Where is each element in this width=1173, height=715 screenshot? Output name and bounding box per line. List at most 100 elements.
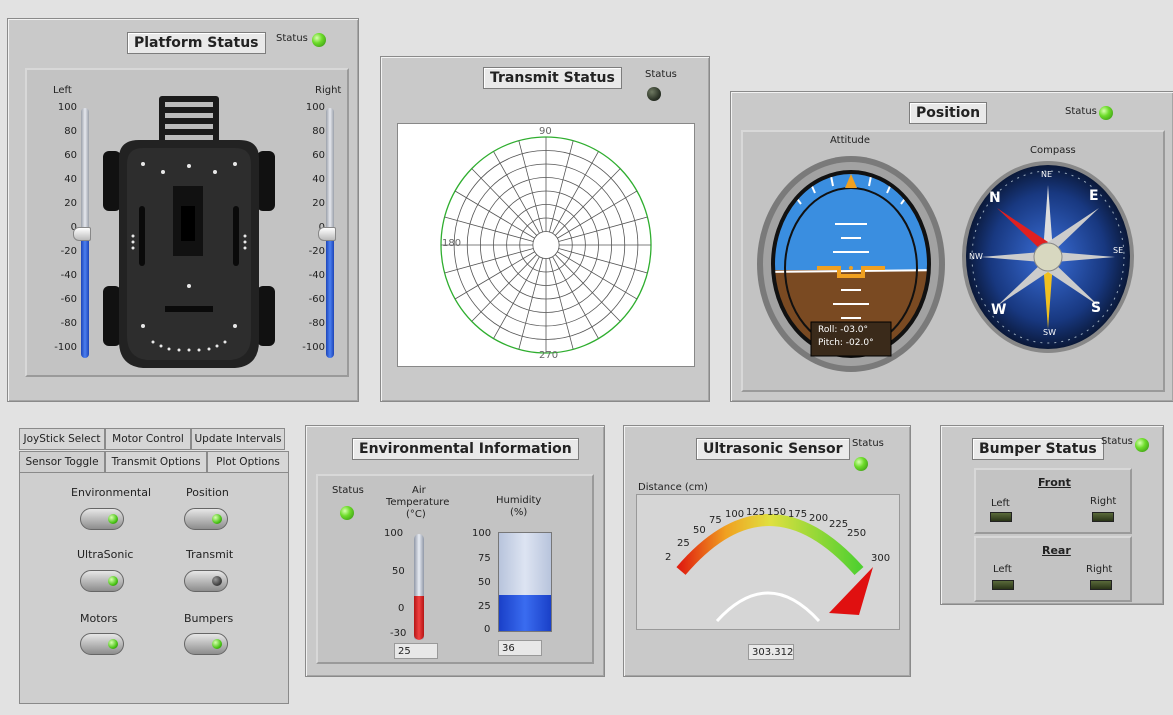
tab-sensor-toggle[interactable]: Sensor Toggle: [19, 451, 105, 473]
humidity-tank-fill: [499, 595, 551, 631]
compass-n: N: [989, 190, 1001, 206]
left-tick: -40: [60, 270, 77, 281]
hum-tick: 0: [484, 624, 491, 635]
front-right-label: Right: [1090, 496, 1117, 507]
distance-reading: 303.312: [748, 644, 794, 660]
compass-s: S: [1091, 300, 1102, 316]
polar-label-90: 90: [539, 126, 552, 137]
thermometer: [414, 534, 424, 640]
thermometer-fill: [414, 596, 424, 640]
gauge-tick: 300: [871, 553, 891, 564]
toggle-position[interactable]: [184, 508, 228, 530]
temp-tick: 50: [392, 566, 405, 577]
left-slider-thumb[interactable]: [73, 227, 91, 241]
gauge-tick: 25: [677, 538, 690, 549]
compass-sw: SW: [1043, 328, 1056, 337]
air-temp-label-3: (°C): [406, 509, 426, 520]
right-slider[interactable]: [318, 108, 336, 358]
right-tick: 60: [312, 150, 325, 161]
polar-plot: 90 180 270: [397, 123, 695, 367]
right-tick: 80: [312, 126, 325, 137]
compass-label: Compass: [1030, 145, 1076, 156]
gauge-tick: 50: [693, 525, 706, 536]
platform-status-title: Platform Status: [127, 32, 266, 54]
polar-ring: [532, 231, 560, 259]
bumper-panel: Bumper Status Status Front Left Right Re…: [940, 425, 1164, 605]
tab-update-intervals[interactable]: Update Intervals: [191, 428, 285, 450]
tab-motor-control[interactable]: Motor Control: [105, 428, 191, 450]
toggle-label-motors: Motors: [80, 612, 118, 625]
right-slider-thumb[interactable]: [318, 227, 336, 241]
tab-plot-options[interactable]: Plot Options: [207, 451, 289, 473]
position-title: Position: [909, 102, 988, 124]
settings-tab-control: JoyStick Select Motor Control Update Int…: [19, 428, 289, 704]
toggle-label-environmental: Environmental: [71, 486, 152, 499]
air-temp-label-1: Air: [412, 485, 426, 496]
left-tick: -100: [54, 342, 77, 353]
robot-platform-image: [103, 96, 275, 368]
humidity-label-2: (%): [510, 507, 528, 518]
front-right-indicator: [1092, 512, 1114, 522]
gauge-tick: 150: [767, 507, 787, 518]
gauge-tick: 125: [746, 507, 766, 518]
ultrasonic-status-label: Status: [852, 438, 884, 449]
compass-dial: [962, 161, 1134, 353]
polar-spoke: [554, 168, 621, 236]
left-slider[interactable]: [73, 108, 91, 358]
toggle-label-ultrasonic: UltraSonic: [77, 548, 134, 561]
left-slider-label: Left: [53, 85, 72, 96]
bumper-front-group: Front Left Right: [974, 468, 1132, 534]
left-tick: -60: [60, 294, 77, 305]
left-tick: 20: [64, 198, 77, 209]
front-left-label: Left: [991, 498, 1010, 509]
platform-status-label: Status: [276, 33, 308, 44]
attitude-label: Attitude: [830, 135, 871, 146]
distance-label: Distance (cm): [638, 482, 708, 493]
polar-label-270: 270: [539, 350, 559, 361]
left-tick: 100: [57, 102, 77, 113]
left-tick: -80: [60, 318, 77, 329]
right-slider-fill: [326, 233, 334, 358]
right-tick: -40: [308, 270, 325, 281]
env-status-led: [340, 506, 354, 520]
right-tick: 40: [312, 174, 325, 185]
polar-label-180: 180: [442, 238, 462, 249]
temp-tick: 0: [398, 603, 405, 614]
ultrasonic-panel: Ultrasonic Sensor Status Distance (cm) 2…: [623, 425, 911, 677]
right-tick: 100: [305, 102, 325, 113]
distance-gauge: 2 25 50 75 100 125 150 175 200 225 250 3…: [636, 494, 900, 630]
compass-nw: NW: [969, 252, 983, 261]
compass-e: E: [1089, 188, 1099, 204]
roll-readout: Roll: -03.0°: [818, 325, 869, 335]
bumper-status-label: Status: [1101, 436, 1133, 447]
compass-se: SE: [1113, 246, 1124, 255]
left-tick: 60: [64, 150, 77, 161]
toggle-environmental[interactable]: [80, 508, 124, 530]
temp-tick: 100: [384, 528, 404, 539]
gauge-tick: 225: [829, 519, 849, 530]
compass-ne: NE: [1041, 170, 1053, 179]
left-scale: 100 80 60 40 20 0 -20 -40 -60 -80 -100: [37, 102, 77, 362]
polar-spoke: [554, 254, 621, 322]
temp-tick: -30: [390, 628, 407, 639]
toggle-motors[interactable]: [80, 633, 124, 655]
ultrasonic-title: Ultrasonic Sensor: [696, 438, 850, 460]
platform-inner: Left Right 100 80 60 40 20 0 -20 -40 -60…: [25, 68, 349, 377]
tab-transmit-options[interactable]: Transmit Options: [105, 451, 207, 473]
tab-joystick-select[interactable]: JoyStick Select: [19, 428, 105, 450]
toggle-transmit[interactable]: [184, 570, 228, 592]
polar-spoke: [471, 254, 538, 322]
position-status-label: Status: [1065, 106, 1097, 117]
bumper-status-led: [1135, 438, 1149, 452]
toggle-bumpers[interactable]: [184, 633, 228, 655]
right-tick: -20: [308, 246, 325, 257]
compass-w: W: [991, 302, 1007, 318]
pitch-readout: Pitch: -02.0°: [818, 338, 874, 348]
air-temp-label-2: Temperature: [386, 497, 450, 508]
left-tick: 80: [64, 126, 77, 137]
front-left-indicator: [990, 512, 1012, 522]
temperature-value: 25: [394, 643, 438, 659]
toggle-ultrasonic[interactable]: [80, 570, 124, 592]
rear-left-label: Left: [993, 564, 1012, 575]
position-panel: Position Status Attitude Compass Roll: -…: [730, 91, 1173, 402]
